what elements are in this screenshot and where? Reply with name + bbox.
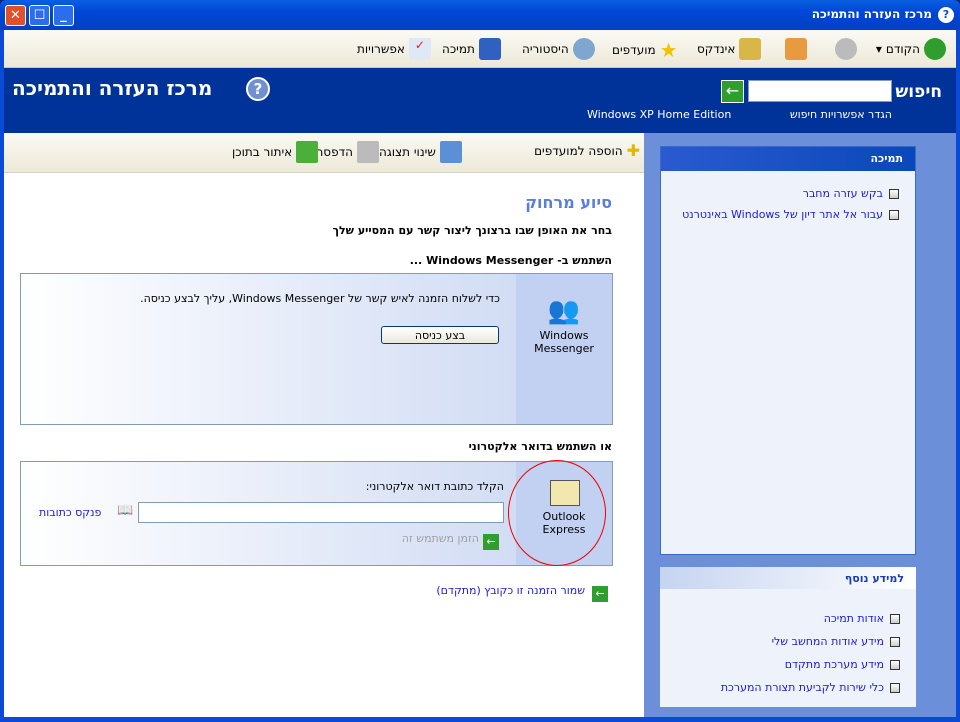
page-title: סיוע מרחוק [525,193,612,212]
search-go-button[interactable]: ← [721,80,744,103]
forward-arrow-icon [835,38,857,60]
home-icon [785,38,807,60]
history-label: היסטוריה [522,42,569,56]
dropdown-icon[interactable]: ▾ [876,42,882,56]
sidebar-link-system-config-utility[interactable]: כלי שירות לקביעת תצורת המערכת [660,676,900,699]
search-options-link[interactable]: הגדר אפשרויות חיפוש [790,108,892,121]
help-icon: ? [938,7,954,23]
home-button[interactable] [785,38,807,60]
printer-icon [356,141,379,163]
options-label: אפשרויות [357,42,405,56]
bullet-icon [889,189,899,199]
support-tools-icon [478,38,501,60]
email-heading: או השתמש בדואר אלקטרוני [468,440,612,453]
link-label[interactable]: אודות תמיכה [824,612,884,625]
add-favorite-icon: ✚ [626,141,640,160]
edition-label: Windows XP Home Edition [587,108,732,121]
save-arrow-icon: ← [592,586,608,602]
index-button[interactable]: אינדקס [697,38,762,60]
content-pane [4,133,644,717]
locate-label: איתור בתוכן [232,145,293,159]
save-invitation-link[interactable]: שמור הזמנה זו כקובץ (מתקדם) [436,584,585,597]
email-input[interactable] [138,502,504,523]
link-label[interactable]: כלי שירות לקביעת תצורת המערכת [721,681,884,694]
options-button[interactable]: ✓ אפשרויות [357,38,431,60]
back-arrow-icon [924,38,946,60]
change-view-button[interactable]: שינוי תצוגה [379,141,462,163]
history-clock-icon [572,38,595,60]
messenger-instructions: כדי לשלוח הזמנה לאיש קשר של Windows Mess… [140,292,500,305]
more-info-panel: למידע נוסף אודות תמיכה מידע אודות המחשב … [660,567,916,707]
link-label[interactable]: מידע מערכת מתקדם [785,658,884,671]
page-header-title: מרכז העזרה והתמיכה [12,76,213,100]
favorites-button[interactable]: ★ מועדפים [612,38,678,62]
sidebar-link-discussion-site[interactable]: עבור אל אתר דיון של Windows באינטרנט [661,208,899,221]
history-button[interactable]: היסטוריה [522,38,595,60]
locate-arrow-icon [296,141,319,163]
support-panel: תמיכה בקש עזרה מחבר עבור אל אתר דיון של … [660,146,916,555]
link-label[interactable]: בקש עזרה מחבר [803,187,883,200]
sidebar-link-about-support[interactable]: אודות תמיכה [660,607,900,630]
search-input[interactable] [748,80,892,102]
support-label: תמיכה [442,42,475,56]
address-book-link[interactable]: פנקס כתובות [39,506,101,519]
maximize-button[interactable]: ☐ [29,5,50,26]
messenger-people-icon: 👥 [547,296,580,326]
bullet-icon [890,660,900,670]
forward-button[interactable] [835,38,857,60]
index-label: אינדקס [697,42,736,56]
options-checklist-icon: ✓ [408,38,431,60]
support-panel-title: תמיכה [661,147,915,171]
sidebar-link-my-computer-info[interactable]: מידע אודות המחשב שלי [660,630,900,653]
support-button[interactable]: תמיכה [442,38,501,60]
invite-user-link[interactable]: הזמן משתמש זה [402,532,479,545]
add-favorites-button[interactable]: ✚ הוספה למועדפים [534,141,640,160]
link-label[interactable]: מידע אודות המחשב שלי [772,635,884,648]
close-button[interactable]: ✕ [5,5,26,26]
content-toolbar: ✚ הוספה למועדפים שינוי תצוגה הדפסה... אית… [4,133,644,173]
bullet-icon [889,210,899,220]
more-info-title: למידע נוסף [660,567,916,589]
back-label: הקודם [885,42,920,56]
back-button[interactable]: הקודם ▾ [876,38,946,60]
messenger-label: Windows Messenger [534,329,594,355]
messenger-heading: השתמש ב- Windows Messenger ... [409,254,612,267]
change-view-label: שינוי תצוגה [379,145,436,159]
highlight-circle [508,460,606,566]
minimize-button[interactable]: _ [53,5,74,26]
search-label: חיפוש [895,82,942,102]
sidebar-link-advanced-system-info[interactable]: מידע מערכת מתקדם [660,653,900,676]
link-label[interactable]: עבור אל אתר דיון של Windows באינטרנט [682,208,883,221]
sidebar-link-ask-friend[interactable]: בקש עזרה מחבר [661,187,899,200]
window-title: מרכז העזרה והתמיכה [811,7,932,21]
bullet-icon [890,614,900,624]
change-view-icon [439,141,462,163]
header: חיפוש ← הגדר אפשרויות חיפוש Windows XP H… [4,68,956,133]
locate-in-contents-button[interactable]: איתור בתוכן [232,141,319,163]
email-box: Outlook Express הקלד כתובת דואר אלקטרוני… [20,460,613,566]
favorites-label: מועדפים [612,43,656,57]
invite-arrow-icon: ← [483,534,499,550]
index-book-icon [739,38,762,60]
bullet-icon [890,637,900,647]
title-bar: ✕ ☐ _ מרכז העזרה והתמיכה ? [0,0,960,30]
bullet-icon [890,683,900,693]
sign-in-button[interactable]: בצע כניסה [381,326,499,344]
add-favorites-label: הוספה למועדפים [534,143,623,158]
star-icon: ★ [659,38,678,62]
help-circle-icon: ? [246,77,270,101]
messenger-box: 👥 Windows Messenger כדי לשלוח הזמנה לאיש… [20,273,613,425]
intro-text: בחר את האופן שבו ברצונך ליצור קשר עם המס… [332,224,612,237]
address-book-icon: 📖 [117,503,134,518]
email-prompt: הקלד כתובת דואר אלקטרוני: [365,480,504,493]
